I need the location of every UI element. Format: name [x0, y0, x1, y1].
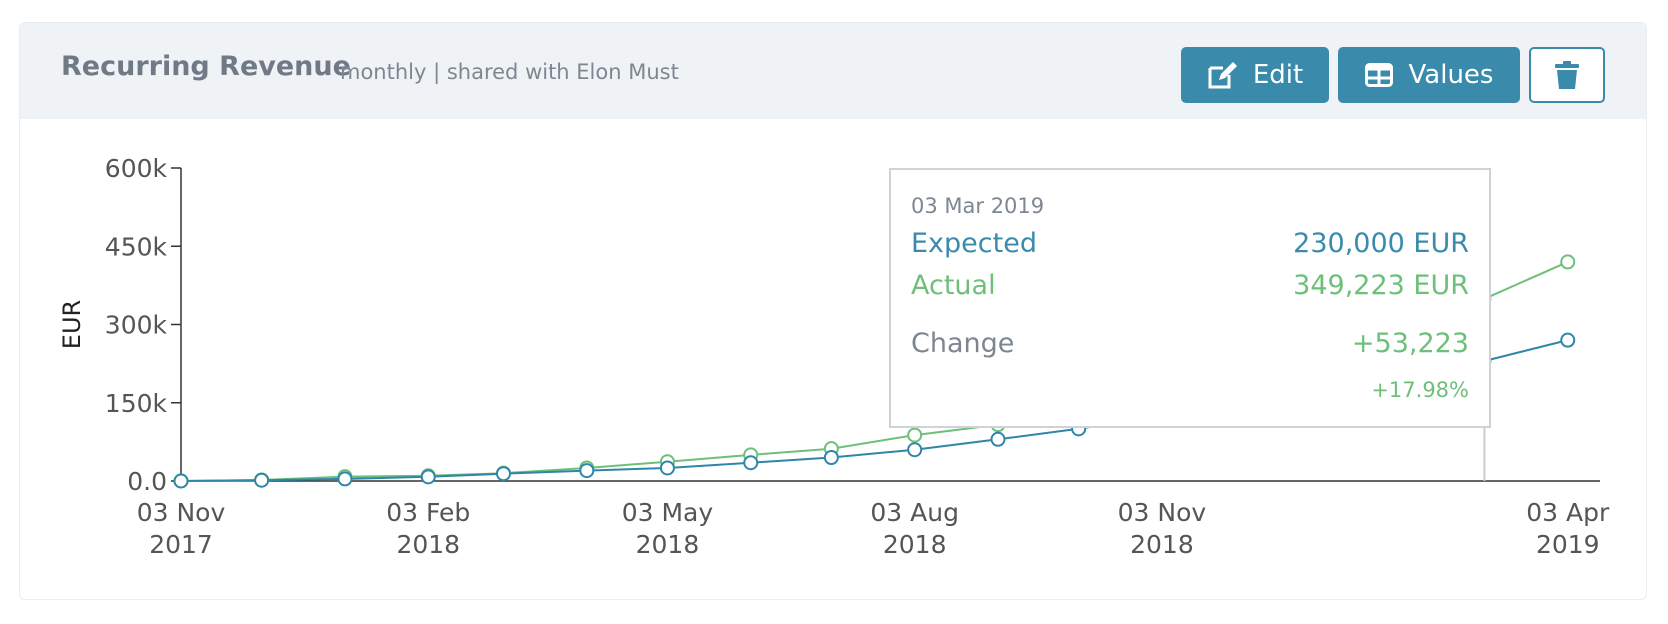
y-tick-label: 450k [105, 232, 168, 261]
x-tick-label: 03 Nov [1118, 498, 1207, 527]
x-tick-label: 03 Nov [137, 498, 226, 527]
data-point-expected [496, 466, 511, 482]
data-point-expected [420, 469, 436, 485]
tooltip-expected-label: Expected [911, 228, 1037, 259]
data-point-expected [337, 471, 353, 487]
data-point-expected [907, 442, 923, 458]
tooltip-change-value: +53,223 [1351, 328, 1469, 359]
chart-tooltip: 03 Mar 2019 Expected 230,000 EUR Actual … [889, 168, 1491, 428]
x-tick-label: 03 Aug [870, 498, 959, 527]
x-tick-label-year: 2018 [1130, 530, 1194, 559]
x-tick-label: 03 Feb [386, 498, 470, 527]
x-tick-label: 03 May [622, 498, 714, 527]
x-tick-label-year: 2018 [883, 530, 947, 559]
tooltip-actual-value: 349,223 EUR [1293, 270, 1469, 301]
data-point-expected [254, 472, 270, 488]
tooltip-change-percent: +17.98% [1371, 378, 1469, 402]
x-tick-label-year: 2018 [396, 530, 460, 559]
data-point-expected [173, 473, 189, 489]
y-tick-label: 300k [105, 311, 168, 340]
x-tick-label: 03 Apr [1526, 498, 1610, 527]
data-point-expected [1560, 332, 1576, 348]
x-tick-label-year: 2018 [636, 530, 700, 559]
tooltip-actual-label: Actual [911, 270, 996, 301]
y-tick-label: 600k [105, 154, 168, 183]
x-tick-label-year: 2017 [149, 530, 213, 559]
y-axis-label: EUR [58, 300, 86, 349]
tooltip-change-label: Change [911, 328, 1015, 359]
data-point-expected [990, 431, 1006, 447]
data-point-expected [743, 455, 759, 471]
y-tick-label: 0.0 [127, 467, 167, 496]
x-tick-label-year: 2019 [1536, 530, 1600, 559]
data-point-expected [659, 460, 675, 476]
data-point-expected [579, 463, 595, 479]
data-point-actual [907, 427, 923, 443]
tooltip-date: 03 Mar 2019 [911, 194, 1045, 218]
data-point-actual [1560, 254, 1576, 270]
data-point-expected [823, 450, 839, 466]
tooltip-expected-value: 230,000 EUR [1293, 228, 1469, 259]
y-tick-label: 150k [105, 389, 168, 418]
